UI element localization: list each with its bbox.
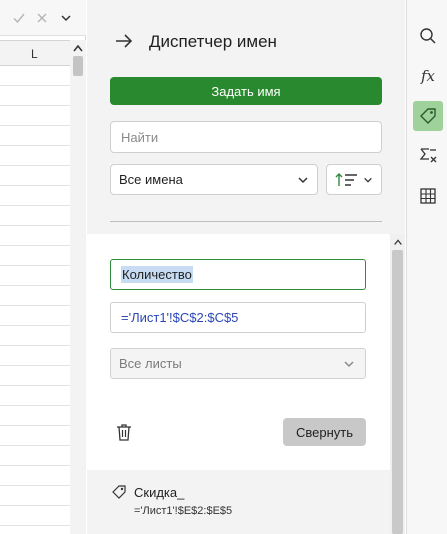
name-value: Количество — [121, 266, 193, 283]
define-name-button[interactable]: Задать имя — [110, 77, 382, 105]
search-placeholder: Найти — [121, 129, 159, 145]
name-manager-tool-button[interactable] — [413, 101, 443, 131]
column-label: L — [31, 47, 38, 61]
scroll-up-icon[interactable] — [393, 238, 403, 246]
tag-icon — [420, 108, 436, 124]
sheet-scrollbar[interactable] — [70, 40, 86, 534]
grid-row[interactable] — [0, 506, 70, 526]
chevron-down-icon[interactable] — [56, 8, 76, 28]
scroll-up-icon[interactable] — [72, 44, 84, 52]
side-toolbar: fx — [406, 0, 447, 534]
sort-button[interactable] — [326, 164, 382, 195]
trash-icon[interactable] — [114, 422, 134, 442]
function-tool-button[interactable]: fx — [413, 61, 443, 91]
cancel-icon[interactable] — [32, 8, 52, 28]
grid-row[interactable] — [0, 146, 70, 166]
table-icon — [420, 188, 436, 204]
spreadsheet-area: L — [0, 0, 86, 534]
grid-row[interactable] — [0, 266, 70, 286]
arrow-right-icon[interactable] — [113, 30, 135, 52]
filter-value: Все имена — [119, 172, 183, 187]
tag-icon — [112, 485, 126, 499]
grid-row[interactable] — [0, 166, 70, 186]
search-icon — [420, 28, 436, 44]
grid-row[interactable] — [0, 406, 70, 426]
grid-row[interactable] — [0, 206, 70, 226]
name-edit-card: Количество ='Лист1'!$C$2:$C$5 Все листы … — [87, 234, 390, 470]
panel-header: Диспетчер имен — [87, 0, 405, 60]
grid-row[interactable] — [0, 426, 70, 446]
divider — [110, 221, 382, 222]
grid-row[interactable] — [0, 526, 70, 534]
grid-row[interactable] — [0, 66, 70, 86]
item-name: Скидка_ — [134, 485, 185, 500]
grid-row[interactable] — [0, 186, 70, 206]
grid-row[interactable] — [0, 446, 70, 466]
chevron-down-icon — [344, 360, 354, 367]
name-manager-panel: Диспетчер имен Задать имя Найти Все имен… — [87, 0, 405, 534]
formula-check-tool-button[interactable] — [413, 141, 443, 171]
grid-row[interactable] — [0, 286, 70, 306]
sort-icon — [335, 172, 357, 186]
panel-title: Диспетчер имен — [149, 32, 277, 51]
grid-row[interactable] — [0, 246, 70, 266]
reference-value: ='Лист1'!$C$2:$C$5 — [121, 310, 239, 325]
names-list: Количество ='Лист1'!$C$2:$C$5 Все листы … — [87, 234, 405, 534]
scope-value: Все листы — [119, 356, 182, 371]
column-header-l[interactable]: L — [0, 40, 70, 66]
grid-row[interactable] — [0, 346, 70, 366]
chevron-down-icon — [364, 177, 372, 183]
grid-row[interactable] — [0, 226, 70, 246]
item-reference: ='Лист1'!$E$2:$E$5 — [134, 505, 233, 517]
panel-scrollbar[interactable] — [390, 234, 405, 534]
grid-row[interactable] — [0, 126, 70, 146]
grid-row[interactable] — [0, 86, 70, 106]
grid-row[interactable] — [0, 486, 70, 506]
scope-select[interactable]: Все листы — [110, 348, 366, 379]
scrollbar-thumb[interactable] — [392, 250, 403, 534]
chevron-down-icon — [298, 176, 308, 183]
function-icon: fx — [420, 67, 435, 85]
list-item[interactable]: Скидка_ ='Лист1'!$E$2:$E$5 — [87, 470, 390, 534]
grid-row[interactable] — [0, 466, 70, 486]
name-field[interactable]: Количество — [110, 259, 366, 290]
grid-row[interactable] — [0, 306, 70, 326]
search-tool-button[interactable] — [413, 21, 443, 51]
reference-field[interactable]: ='Лист1'!$C$2:$C$5 — [110, 302, 366, 333]
grid-row[interactable] — [0, 106, 70, 126]
grid-row[interactable] — [0, 386, 70, 406]
search-input[interactable]: Найти — [110, 121, 382, 153]
collapse-button[interactable]: Свернуть — [283, 418, 366, 446]
grid-row[interactable] — [0, 326, 70, 346]
names-filter-select[interactable]: Все имена — [110, 164, 318, 195]
confirm-icon[interactable] — [9, 8, 29, 28]
formula-check-icon — [419, 148, 437, 163]
table-tool-button[interactable] — [413, 181, 443, 211]
cell-grid[interactable] — [0, 66, 70, 534]
formula-bar — [0, 0, 86, 36]
scrollbar-thumb[interactable] — [73, 56, 83, 76]
grid-row[interactable] — [0, 366, 70, 386]
